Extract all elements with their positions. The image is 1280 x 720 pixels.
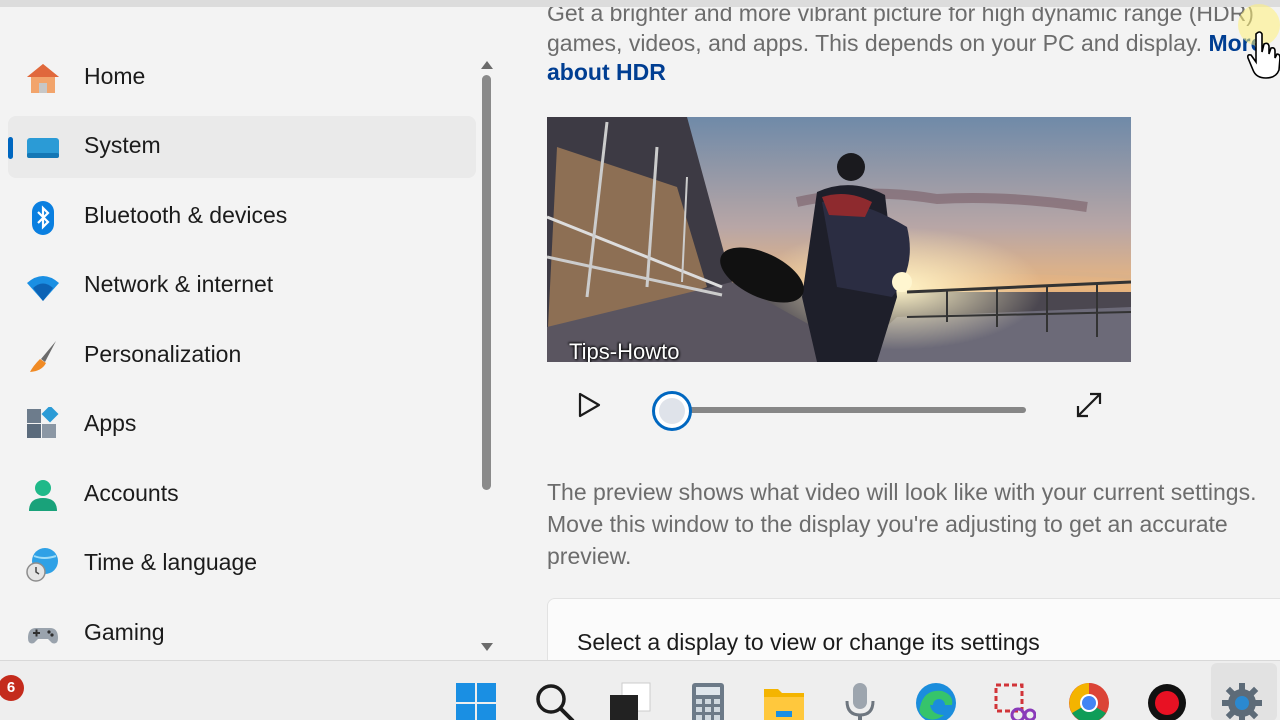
sidebar-item-label: Accounts bbox=[84, 480, 179, 506]
gamepad-icon bbox=[28, 628, 58, 644]
sidebar-item-label: Time & language bbox=[84, 549, 258, 575]
brush-icon bbox=[30, 341, 56, 372]
taskbar: 6 bbox=[0, 660, 1280, 720]
video-seek-track[interactable] bbox=[672, 407, 1026, 413]
chrome-icon[interactable] bbox=[1067, 681, 1111, 720]
expand-icon[interactable] bbox=[1074, 390, 1104, 420]
selection-indicator bbox=[8, 137, 13, 159]
sidebar-scrollbar[interactable] bbox=[478, 57, 496, 657]
wifi-icon bbox=[27, 276, 59, 301]
window-top-edge bbox=[0, 0, 1280, 7]
hdr-description-line2: games, videos, and apps. This depends on… bbox=[547, 30, 1203, 56]
sidebar-item-label: Home bbox=[84, 63, 146, 89]
microphone-icon[interactable] bbox=[838, 681, 882, 720]
hdr-video-preview: Tips-Howto bbox=[547, 117, 1131, 362]
sidebar-item-accounts[interactable]: Accounts bbox=[8, 464, 476, 526]
apps-icon bbox=[27, 407, 59, 438]
play-icon[interactable] bbox=[574, 390, 604, 420]
hdr-description-continued: games, videos, and apps. This depends on… bbox=[547, 27, 1263, 59]
sidebar-item-label: Apps bbox=[84, 410, 137, 436]
task-view-icon[interactable] bbox=[608, 681, 652, 720]
sidebar-item-personalization[interactable]: Personalization bbox=[8, 325, 476, 387]
preview-note-line: The preview shows what video will look l… bbox=[547, 479, 1257, 505]
file-explorer-icon[interactable] bbox=[762, 681, 806, 720]
snipping-tool-icon[interactable] bbox=[992, 681, 1036, 720]
sidebar-item-system[interactable]: System bbox=[8, 116, 476, 178]
sidebar-item-label: System bbox=[84, 132, 161, 158]
video-seek-thumb[interactable] bbox=[652, 391, 692, 431]
calculator-icon[interactable] bbox=[686, 681, 730, 720]
sidebar-item-home[interactable]: Home bbox=[8, 47, 476, 109]
sidebar-item-time-language[interactable]: Time & language bbox=[8, 533, 476, 595]
edge-icon[interactable] bbox=[914, 681, 958, 720]
sidebar-item-gaming[interactable]: Gaming bbox=[8, 603, 476, 660]
sidebar-item-bluetooth[interactable]: Bluetooth & devices bbox=[8, 186, 476, 248]
hdr-settings-pane: Get a brighter and more vibrant picture … bbox=[500, 7, 1280, 660]
select-display-label: Select a display to view or change its s… bbox=[577, 629, 1040, 655]
sidebar-item-label: Bluetooth & devices bbox=[84, 202, 288, 228]
preview-note-line: Move this window to the display you're a… bbox=[547, 511, 1228, 537]
hdr-description: Get a brighter and more vibrant picture … bbox=[547, 7, 1254, 26]
select-display-card[interactable]: Select a display to view or change its s… bbox=[547, 598, 1280, 660]
system-icon bbox=[27, 138, 59, 158]
search-icon[interactable] bbox=[533, 681, 577, 720]
bluetooth-icon bbox=[32, 201, 54, 235]
about-hdr-link[interactable]: about HDR bbox=[547, 59, 666, 86]
hand-cursor-icon bbox=[1247, 31, 1280, 79]
scroll-up-arrow-icon[interactable] bbox=[481, 61, 493, 69]
notification-badge[interactable]: 6 bbox=[0, 675, 24, 701]
record-icon[interactable] bbox=[1145, 681, 1189, 720]
sidebar-item-network[interactable]: Network & internet bbox=[8, 255, 476, 317]
sidebar-item-label: Personalization bbox=[84, 341, 242, 367]
windows-start-icon[interactable] bbox=[454, 681, 498, 720]
settings-gear-icon[interactable] bbox=[1220, 681, 1264, 720]
settings-sidebar: Home System Bluetooth & devices Network … bbox=[0, 7, 500, 660]
globe-clock-icon bbox=[26, 548, 58, 582]
sidebar-item-label: Gaming bbox=[84, 619, 165, 645]
sidebar-item-label: Network & internet bbox=[84, 271, 274, 297]
video-frame-image bbox=[547, 117, 1131, 362]
scroll-down-arrow-icon[interactable] bbox=[481, 643, 493, 651]
home-icon bbox=[27, 64, 59, 93]
preview-note-line: preview. bbox=[547, 543, 632, 569]
scrollbar-thumb[interactable] bbox=[482, 75, 491, 490]
account-icon bbox=[29, 480, 57, 511]
sidebar-item-apps[interactable]: Apps bbox=[8, 394, 476, 456]
video-watermark-caption: Tips-Howto bbox=[569, 339, 680, 362]
